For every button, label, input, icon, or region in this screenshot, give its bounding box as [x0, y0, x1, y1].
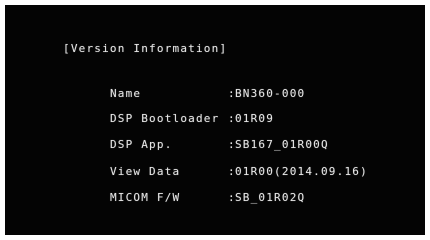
row-value: 01R00(2014.09.16): [234, 165, 368, 178]
row-separator: :: [227, 112, 236, 125]
row-label: DSP Bootloader: [109, 112, 220, 125]
row-separator: :: [227, 191, 236, 204]
row-value: SB167_01R00Q: [234, 138, 329, 151]
row-label: DSP App.: [109, 138, 173, 151]
panel-title: [Version Information]: [63, 42, 228, 55]
row-label: MICOM F/W: [109, 191, 181, 204]
version-row-micom-fw: MICOM F/W:SB_01R02Q: [63, 178, 305, 217]
row-separator: :: [227, 138, 236, 151]
row-label: View Data: [109, 165, 181, 178]
row-value: SB_01R02Q: [234, 191, 306, 204]
osd-screen: [Version Information] Name:BN360-000 DSP…: [5, 5, 425, 235]
row-separator: :: [227, 165, 236, 178]
row-value: 01R09: [234, 112, 275, 125]
